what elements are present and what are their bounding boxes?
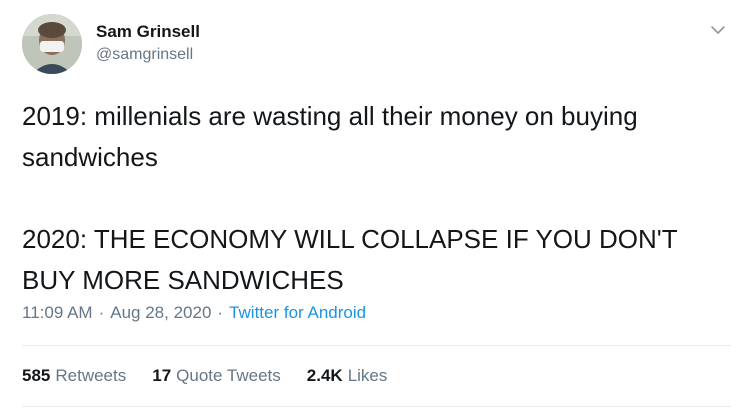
author-name[interactable]: Sam Grinsell <box>96 22 200 42</box>
tweet-time[interactable]: 11:09 AM <box>22 303 93 322</box>
quote-tweets-stat[interactable]: 17 Quote Tweets <box>152 366 281 386</box>
likes-count: 2.4K <box>306 366 343 385</box>
meta-separator: · <box>98 303 105 322</box>
tweet-meta: 11:09 AM · Aug 28, 2020 · Twitter for Androi… <box>22 303 366 323</box>
tweet-text: 2019: millenials are wasting all their m… <box>22 101 678 295</box>
quotes-count: 17 <box>152 366 172 385</box>
tweet-card: Sam Grinsell @samgrinsell 2019: millenia… <box>0 0 753 409</box>
author-handle[interactable]: @samgrinsell <box>96 46 193 64</box>
likes-label: Likes <box>347 366 388 385</box>
avatar-image <box>22 14 82 74</box>
chevron-down-icon[interactable] <box>706 18 730 42</box>
avatar[interactable] <box>22 14 82 74</box>
tweet-date[interactable]: Aug 28, 2020 <box>110 303 211 322</box>
quotes-label: Quote Tweets <box>176 366 281 385</box>
retweets-count: 585 <box>22 366 51 385</box>
tweet-stats: 585 Retweets 17 Quote Tweets 2.4K Likes <box>22 366 387 386</box>
likes-stat[interactable]: 2.4K Likes <box>307 366 388 386</box>
tweet-source-link[interactable]: Twitter for Android <box>229 303 366 322</box>
meta-separator: · <box>217 303 224 322</box>
retweets-stat[interactable]: 585 Retweets <box>22 366 126 386</box>
divider <box>22 345 731 346</box>
retweets-label: Retweets <box>55 366 127 385</box>
divider <box>22 406 731 407</box>
